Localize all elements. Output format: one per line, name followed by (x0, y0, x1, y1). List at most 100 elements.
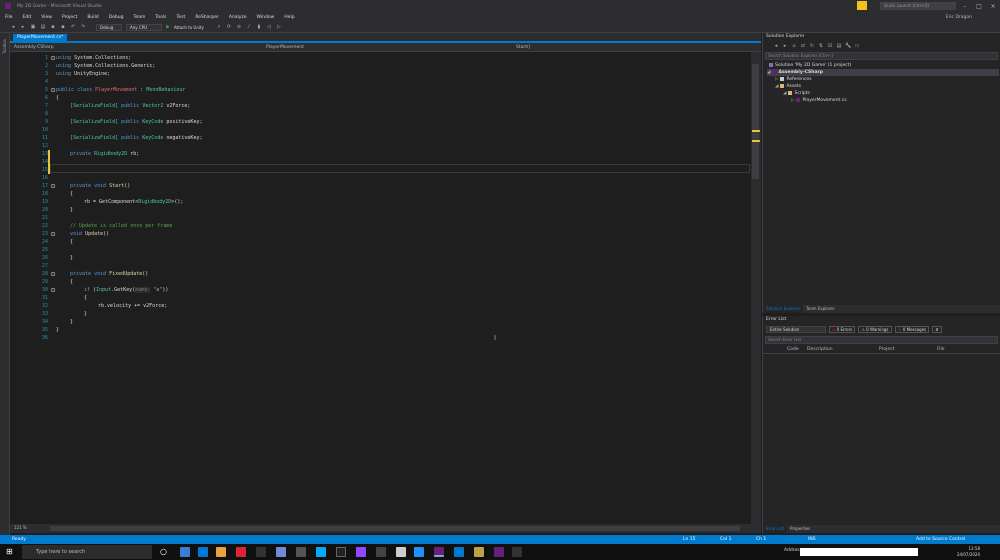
menu-build[interactable]: Build (82, 15, 103, 20)
properties-icon[interactable]: 🔧 (845, 43, 851, 49)
minimize-button[interactable]: – (958, 0, 972, 12)
task-view-icon[interactable]: ○ (160, 547, 170, 557)
unity-hub-icon[interactable] (296, 547, 306, 557)
collapse-icon[interactable]: − (51, 272, 55, 276)
solution-platform-dropdown[interactable]: Any CPU (126, 23, 162, 31)
app-icon[interactable] (494, 547, 504, 557)
maximize-button[interactable]: □ (972, 0, 986, 12)
back-icon[interactable]: ◂ (10, 24, 16, 30)
tab-player-movement[interactable]: PlayerMovement.cs* (13, 34, 68, 42)
warnings-filter-button[interactable]: ⚠ 0 Warnings (858, 326, 892, 333)
menu-team[interactable]: Team (128, 15, 150, 20)
collapsed-arrow-icon[interactable]: ▷ (775, 77, 778, 82)
user-name[interactable]: Eric Dragon (946, 15, 972, 20)
address-input[interactable] (800, 548, 918, 556)
expand-arrow-icon[interactable]: ◢ (767, 70, 770, 75)
file-explorer-icon[interactable] (216, 547, 226, 557)
member-dropdown[interactable]: Start() (516, 43, 531, 52)
bookmark-next-icon[interactable]: ▷ (276, 24, 282, 30)
column-project[interactable]: Project (879, 346, 894, 354)
new-project-icon[interactable]: ▣ (30, 24, 36, 30)
chrome-icon[interactable] (236, 547, 246, 557)
collapse-icon[interactable]: − (51, 88, 55, 92)
home-icon[interactable]: ⌂ (791, 43, 797, 49)
app-icon[interactable] (396, 547, 406, 557)
menu-file[interactable]: File (0, 15, 18, 20)
error-scope-dropdown[interactable]: Entire Solution (766, 326, 826, 333)
steam-icon[interactable] (256, 547, 266, 557)
project-dropdown[interactable]: Assembly-CSharp (14, 43, 54, 52)
visual-studio-taskbar-icon[interactable] (434, 547, 444, 557)
editor-vertical-scrollbar[interactable] (751, 52, 761, 524)
bookmark-icon[interactable]: ▮ (256, 24, 262, 30)
forward-icon[interactable]: ▸ (20, 24, 26, 30)
tab-solution-explorer[interactable]: Solution Explorer (763, 305, 804, 313)
code-editor[interactable]: 1 2 3 4 5 6 7 8 9 10 11 12 13 14 15 16 1… (10, 52, 750, 524)
collapse-icon[interactable]: − (51, 184, 55, 188)
errors-filter-button[interactable]: ⊗ 0 Errors (829, 326, 856, 333)
comment-icon[interactable]: ⁄ (246, 24, 252, 30)
toolbox-strip[interactable]: Toolbox (0, 33, 10, 535)
undo-icon[interactable]: ↶ (70, 24, 76, 30)
menu-resharper[interactable]: ReSharper (190, 15, 223, 20)
back-icon[interactable]: ◂ (773, 43, 779, 49)
collapsed-arrow-icon[interactable]: ▷ (791, 98, 794, 103)
tree-item-assets[interactable]: ◢ Assets (775, 83, 801, 90)
toolbox-label[interactable]: Toolbox (2, 39, 7, 54)
menu-edit[interactable]: Edit (18, 15, 37, 20)
app-icon[interactable] (316, 547, 326, 557)
collapse-icon[interactable]: − (51, 232, 55, 236)
solution-search-input[interactable]: Search Solution Explorer (Ctrl+;) (765, 52, 998, 60)
store-icon[interactable] (198, 547, 208, 557)
tree-item-solution[interactable]: Solution 'My 2D Game' (1 project) (769, 62, 851, 69)
open-file-icon[interactable]: ▤ (40, 24, 46, 30)
class-dropdown[interactable]: PlayerMovement (266, 43, 304, 52)
error-search-input[interactable]: Search Error List (765, 336, 998, 344)
forward-icon[interactable]: ▸ (782, 43, 788, 49)
menu-debug[interactable]: Debug (104, 15, 129, 20)
menu-project[interactable]: Project (57, 15, 82, 20)
tree-item-scripts[interactable]: ◢ Scripts (783, 90, 810, 97)
taskbar-clock[interactable]: 13:58 24/07/2020 (957, 546, 980, 558)
save-all-icon[interactable]: ▪ (60, 24, 66, 30)
expand-arrow-icon[interactable]: ◢ (783, 91, 786, 96)
collapse-icon[interactable]: − (51, 288, 55, 292)
save-icon[interactable]: ▪ (50, 24, 56, 30)
switch-views-icon[interactable]: ⇄ (800, 43, 806, 49)
tab-properties[interactable]: Properties (787, 525, 813, 533)
show-all-files-icon[interactable]: ▤ (836, 43, 842, 49)
taskbar-search-input[interactable]: Type here to search (22, 545, 152, 559)
collapse-all-icon[interactable]: ⊟ (827, 43, 833, 49)
zoom-level[interactable]: 121 % (14, 525, 27, 530)
app-icon[interactable] (474, 547, 484, 557)
column-description[interactable]: Description (807, 346, 833, 354)
vscode-icon[interactable] (454, 547, 464, 557)
menu-analyze[interactable]: Analyze (224, 15, 252, 20)
close-button[interactable]: × (986, 0, 1000, 12)
build-intellisense-filter-icon[interactable]: ⇵ (932, 326, 942, 333)
messages-filter-button[interactable]: ⓘ 0 Messages (894, 326, 930, 333)
quick-launch-input[interactable]: Quick Launch (Ctrl+Q) (880, 2, 956, 10)
windows-start-icon[interactable]: ⊞ (6, 548, 14, 556)
attach-to-unity-button[interactable]: Attach to Unity (174, 25, 204, 30)
column-code[interactable]: Code (787, 346, 799, 354)
feedback-filter-icon[interactable] (857, 1, 867, 10)
pending-changes-icon[interactable]: ↻ (809, 43, 815, 49)
refresh-icon[interactable]: ⟳ (226, 24, 232, 30)
column-file[interactable]: File (937, 346, 945, 354)
app-icon[interactable] (414, 547, 424, 557)
format-icon[interactable]: ≡ (236, 24, 242, 30)
app-icon[interactable] (356, 547, 366, 557)
app-icon[interactable] (376, 547, 386, 557)
expand-arrow-icon[interactable]: ◢ (775, 84, 778, 89)
bookmark-prev-icon[interactable]: ◁ (266, 24, 272, 30)
app-icon[interactable] (512, 547, 522, 557)
sync-icon[interactable]: ⇅ (818, 43, 824, 49)
tab-error-list[interactable]: Error List (763, 525, 788, 533)
menu-window[interactable]: Window (252, 15, 280, 20)
tree-item-player-movement[interactable]: ▷ PlayerMovement.cs (791, 97, 847, 104)
scrollbar-thumb[interactable] (752, 64, 759, 179)
preview-icon[interactable]: ▭ (854, 43, 860, 49)
menu-view[interactable]: View (36, 15, 57, 20)
redo-icon[interactable]: ↷ (80, 24, 86, 30)
